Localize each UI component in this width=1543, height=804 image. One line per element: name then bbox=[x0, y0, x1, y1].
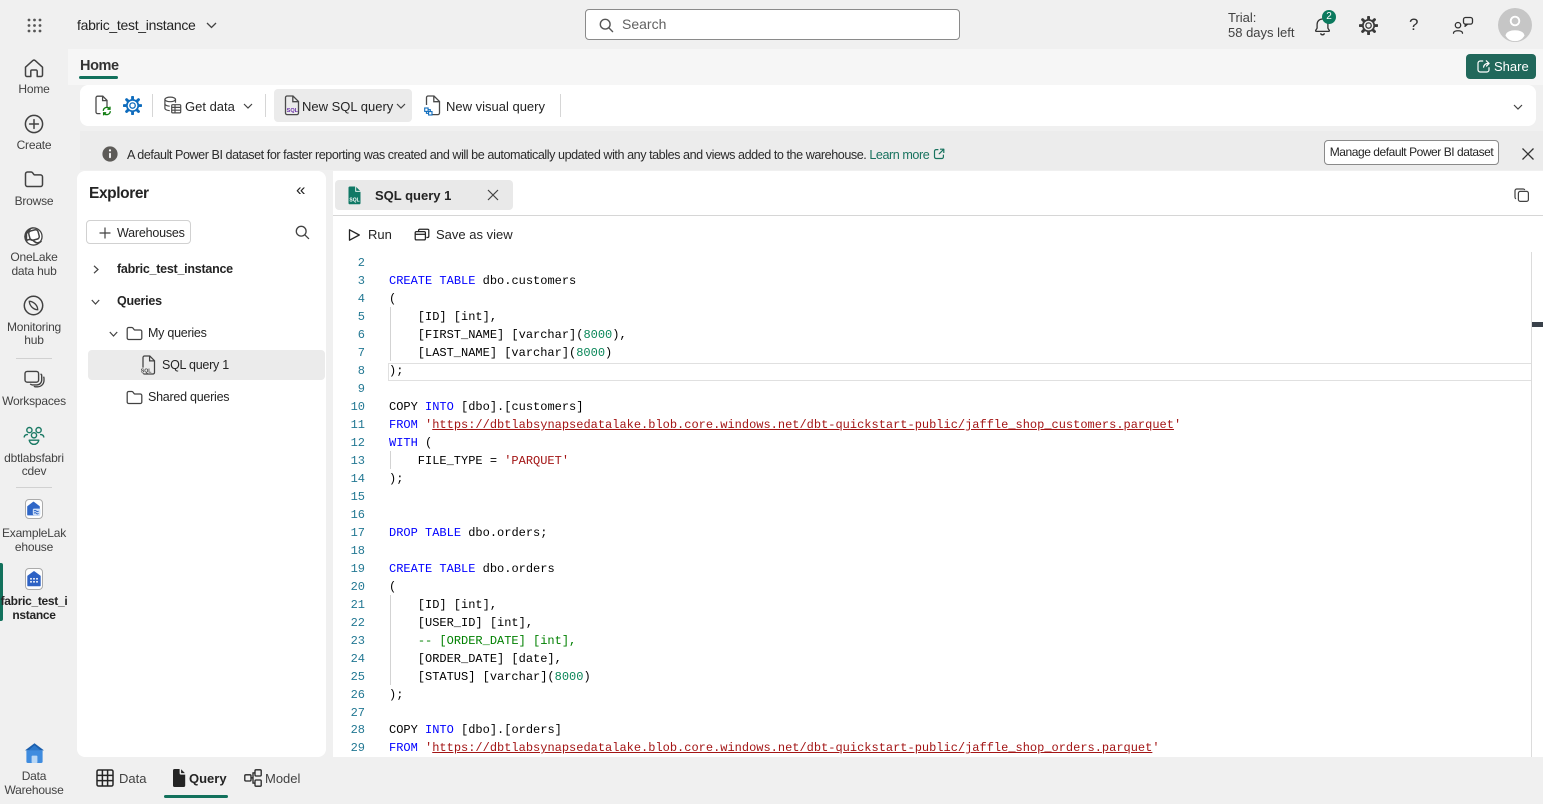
svg-text:SQL: SQL bbox=[141, 368, 152, 374]
svg-text:SQL: SQL bbox=[287, 108, 299, 114]
svg-text:SQL: SQL bbox=[349, 198, 359, 204]
